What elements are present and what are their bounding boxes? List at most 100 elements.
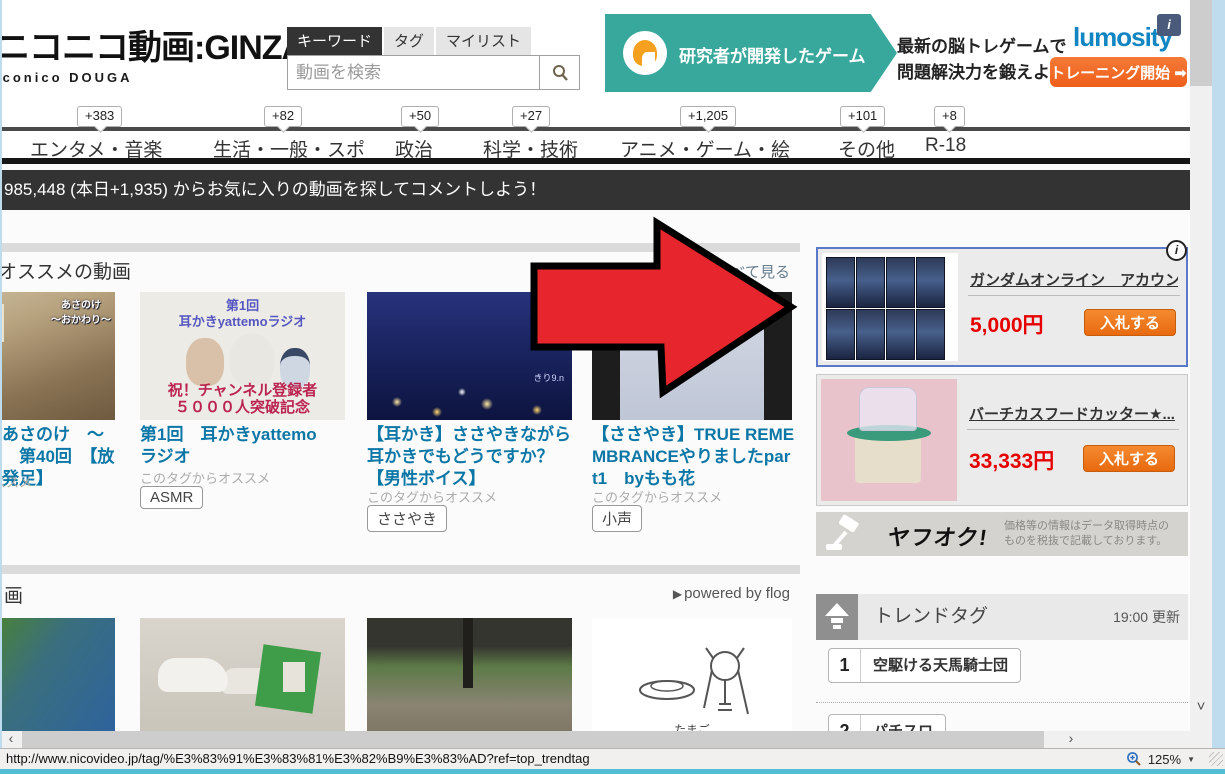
trend-tag-label: 空駆ける天馬騎士団	[861, 649, 1020, 682]
ad-headline-1: 最新の脳トレゲームで	[897, 32, 1067, 57]
mannequin-head	[230, 334, 274, 386]
mannequin-head	[186, 338, 224, 386]
food-cutter-image	[821, 379, 957, 501]
video-title[interactable]: 【耳かき】ささやきながら 耳かきでもどうですか？ 【男性ボイス】	[367, 424, 575, 489]
video-thumbnail[interactable]: きり9.n	[367, 292, 572, 420]
search-tab-tag[interactable]: タグ	[384, 27, 434, 55]
window-border-right	[1212, 0, 1225, 769]
logo-subtext: iconico DOUGA	[2, 70, 305, 85]
dotted-divider	[816, 702, 1188, 703]
video-title[interactable]: 第1回 耳かきyattemo ラジオ	[140, 424, 348, 468]
ad-banner-lumosity[interactable]: 研究者が開発したゲーム 最新の脳トレゲームで 問題解決力を鍛えよう! lumos…	[605, 14, 1187, 92]
brain-icon	[623, 31, 667, 75]
doodle-drawing	[592, 618, 792, 731]
trend-rank: 1	[829, 649, 861, 682]
scroll-down-arrow[interactable]: ˅	[1190, 698, 1212, 718]
scroll-left-arrow[interactable]: ‹	[2, 731, 20, 748]
trend-up-icon	[816, 594, 858, 640]
video-note: このタグからオススメ	[2, 472, 32, 491]
thumbnail-text: 祝！チャンネル登録者 ５０００人突破記念	[140, 382, 345, 417]
video-tag-chip[interactable]: ささやき	[367, 505, 447, 532]
gundam-cards-image	[826, 257, 954, 360]
ad-left-text: 研究者が開発したゲーム	[679, 42, 866, 67]
search-tab-keyword[interactable]: キーワード	[287, 27, 382, 55]
video-thumbnail[interactable]: たまご	[592, 618, 792, 731]
video-thumbnail[interactable]	[592, 292, 792, 420]
auction-item[interactable]: バーチカスフードカッター★... 33,333円 入札する	[816, 374, 1188, 506]
zoom-control[interactable]: 125% ▼	[1126, 749, 1195, 769]
nav-item-science[interactable]: 科学・技術	[483, 135, 578, 162]
resize-grip[interactable]	[1209, 752, 1223, 766]
category-nav: エンタメ・音楽 生活・一般・スポ 政治 科学・技術 アニメ・ゲーム・絵 その他 …	[2, 131, 1190, 164]
nav-item-politics[interactable]: 政治	[395, 135, 433, 162]
thumbnail-caption: きり9.n	[533, 371, 564, 384]
vertical-scrollbar-thumb[interactable]	[1190, 0, 1212, 86]
nav-item-r18[interactable]: R-18	[925, 135, 966, 157]
video-note: このタグからオススメ	[140, 468, 270, 487]
search-box: キーワード タグ マイリスト	[287, 27, 580, 90]
nav-badge: +101	[840, 106, 885, 127]
nav-item-entertainment[interactable]: エンタメ・音楽	[30, 135, 162, 162]
yahoo-auction-banner[interactable]: ヤフオク! 価格等の情報はデータ取得時点の ものを税抜で記載しております。	[816, 512, 1188, 556]
nav-badge: +383	[77, 106, 122, 127]
view-all-link[interactable]: すべて見る	[662, 261, 790, 282]
trend-tag-label: パチスロ	[861, 715, 945, 731]
search-tabs: キーワード タグ マイリスト	[287, 27, 580, 55]
nav-badge: +27	[512, 106, 550, 127]
zoom-percentage: 125%	[1148, 752, 1181, 767]
vertical-scrollbar[interactable]: ˅	[1190, 0, 1212, 731]
nav-item-other[interactable]: その他	[838, 135, 895, 162]
video-tag-chip[interactable]: 小声	[592, 505, 642, 532]
trend-updated-time: 19:00 更新	[1113, 594, 1180, 640]
trend-tag-1[interactable]: 1 空駆ける天馬騎士団	[828, 648, 1021, 683]
video-tag-chip[interactable]: ASMR	[140, 486, 203, 509]
bid-button[interactable]: 入札する	[1083, 445, 1175, 472]
play-icon: ▶	[673, 587, 682, 601]
browser-status-bar: http://www.nicovideo.jp/tag/%E3%83%91%E3…	[0, 748, 1225, 769]
ad-info-icon[interactable]: i	[1157, 14, 1181, 36]
video-title[interactable]: 【ささやき】TRUE REME MBRANCEやりましたpar t1 byもも花	[592, 424, 797, 489]
trend-tag-2[interactable]: 2 パチスロ	[828, 714, 946, 731]
nav-item-anime-game[interactable]: アニメ・ゲーム・絵	[620, 135, 790, 162]
flog-section-title: 画	[4, 581, 23, 608]
search-icon	[551, 64, 569, 82]
scroll-right-arrow[interactable]: ›	[1062, 731, 1080, 748]
search-tab-mylist[interactable]: マイリスト	[436, 27, 531, 55]
bid-button[interactable]: 入札する	[1084, 309, 1176, 336]
auction-thumbnail	[821, 379, 957, 501]
announcement-bar: 985,448 (本日+1,935) からお気に入りの動画を探してコメントしよう…	[2, 170, 1190, 210]
video-thumbnail[interactable]: 第1回 耳かきyattemoラジオ 祝！チャンネル登録者 ５０００人突破記念	[140, 292, 345, 420]
video-thumbnail[interactable]	[367, 618, 572, 731]
niconico-logo[interactable]: ニコニコ動画:GINZA iconico DOUGA	[2, 20, 305, 85]
nav-item-life[interactable]: 生活・一般・スポ	[213, 135, 365, 162]
sidebar-info-icon[interactable]: i	[1166, 240, 1187, 261]
auction-price: 5,000円	[970, 309, 1044, 339]
auction-price: 33,333円	[969, 445, 1054, 475]
video-thumbnail[interactable]	[140, 618, 345, 731]
zoom-caret-icon: ▼	[1187, 755, 1195, 764]
section-divider	[2, 243, 800, 252]
auction-item[interactable]: ガンダムオンライン アカウント 5,000円 入札する	[816, 247, 1188, 367]
gavel-icon	[824, 514, 876, 554]
auction-title-link[interactable]: バーチカスフードカッター★...	[969, 403, 1177, 424]
search-input[interactable]	[287, 55, 540, 90]
nav-badge: +82	[264, 106, 302, 127]
nav-badge: +50	[401, 106, 439, 127]
trend-tags-header: トレンドタグ 19:00 更新	[816, 594, 1188, 640]
powered-by-flog[interactable]: ▶powered by flog	[602, 585, 790, 602]
video-thumbnail[interactable]	[2, 618, 115, 731]
video-note: このタグからオススメ	[592, 487, 722, 506]
site-header: ニコニコ動画:GINZA iconico DOUGA キーワード タグ マイリス…	[2, 0, 1190, 127]
nav-badge: +8	[934, 106, 965, 127]
training-start-button[interactable]: トレーニング開始 ➡	[1050, 57, 1187, 87]
trend-rank: 2	[829, 715, 861, 731]
search-button[interactable]	[540, 55, 580, 90]
horizontal-scrollbar[interactable]: ‹ ›	[2, 731, 1080, 748]
video-thumbnail[interactable]: あさのけ ～おかわり～	[2, 292, 115, 420]
section-divider	[2, 565, 800, 574]
nav-badge: +1,205	[680, 106, 736, 127]
video-note: このタグからオススメ	[367, 487, 497, 506]
price-disclaimer: 価格等の情報はデータ取得時点の ものを税抜で記載しております。	[1004, 519, 1169, 549]
auction-title-link[interactable]: ガンダムオンライン アカウント	[970, 269, 1178, 290]
horizontal-scrollbar-thumb[interactable]	[22, 731, 1044, 748]
